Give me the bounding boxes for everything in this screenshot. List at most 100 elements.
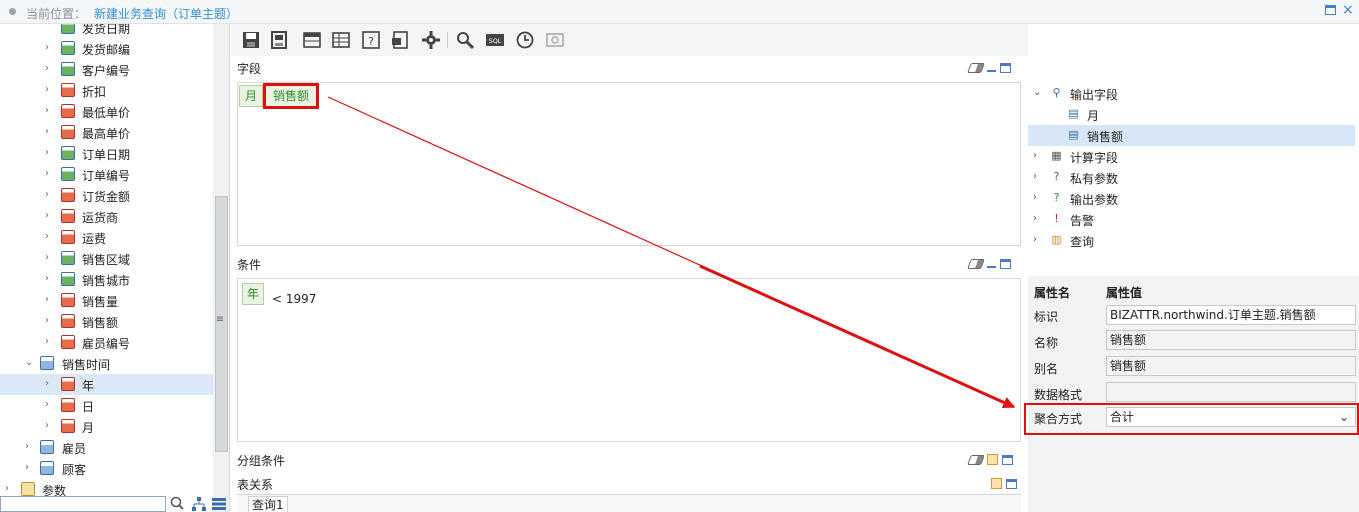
tree-item[interactable]: › 月: [0, 416, 213, 437]
export-icon[interactable]: [391, 30, 411, 50]
tree-item[interactable]: › 销售区域: [0, 248, 213, 269]
property-value-format[interactable]: [1106, 382, 1356, 402]
tree-view-icon[interactable]: [192, 497, 206, 511]
sql-icon[interactable]: SQL: [485, 30, 505, 50]
conditions-panel[interactable]: 年 < 1997: [237, 278, 1021, 442]
search-icon[interactable]: [455, 30, 475, 50]
chevron-right-icon[interactable]: ›: [45, 273, 49, 284]
chevron-right-icon[interactable]: ›: [1033, 213, 1037, 224]
property-value-id[interactable]: BIZATTR.northwind.订单主题.销售额: [1106, 305, 1356, 325]
output-tree-item[interactable]: › ▦ 计算字段: [1028, 146, 1355, 167]
chevron-right-icon[interactable]: ›: [5, 483, 9, 494]
output-tree-item[interactable]: ›? 输出参数: [1028, 188, 1355, 209]
property-value-alias[interactable]: 销售额: [1106, 356, 1356, 376]
clear-eraser-icon[interactable]: [967, 258, 985, 269]
maximize-icon[interactable]: [1325, 5, 1336, 15]
splitter-handle-icon[interactable]: ≡: [214, 314, 226, 325]
chevron-right-icon[interactable]: ›: [45, 231, 49, 242]
tree-item[interactable]: › 销售额: [0, 311, 213, 332]
chevron-down-icon[interactable]: ⌄: [1033, 87, 1041, 98]
chevron-right-icon[interactable]: ›: [25, 441, 29, 452]
maximize-icon[interactable]: [1006, 478, 1017, 489]
help-icon[interactable]: ?: [361, 30, 381, 50]
grid-icon[interactable]: [331, 30, 351, 50]
chevron-right-icon[interactable]: ›: [45, 336, 49, 347]
chevron-right-icon[interactable]: ›: [1033, 234, 1037, 245]
search-icon[interactable]: [170, 496, 184, 510]
tree-item[interactable]: › 日: [0, 395, 213, 416]
tree-item[interactable]: ⌄ 销售时间: [0, 353, 213, 374]
tree-item[interactable]: › 销售量: [0, 290, 213, 311]
property-value-name[interactable]: 销售额: [1106, 330, 1356, 350]
tree-item[interactable]: › 运费: [0, 227, 213, 248]
chevron-right-icon[interactable]: ›: [45, 147, 49, 158]
clear-eraser-icon[interactable]: [967, 454, 985, 465]
output-tree-item[interactable]: › ▥ 查询: [1028, 230, 1355, 251]
tree-item[interactable]: › 雇员编号: [0, 332, 213, 353]
tree-item[interactable]: › 发货邮编: [0, 38, 213, 59]
tree-search-input[interactable]: [0, 496, 166, 512]
chevron-right-icon[interactable]: ›: [45, 378, 49, 389]
chevron-right-icon[interactable]: ›: [45, 126, 49, 137]
output-tree-item[interactable]: ▤ 销售额: [1028, 125, 1355, 146]
maximize-icon[interactable]: [1000, 258, 1011, 269]
restore-icon[interactable]: [991, 478, 1002, 489]
tree-item[interactable]: › 订单日期: [0, 143, 213, 164]
tab-query1[interactable]: 查询1: [248, 496, 288, 512]
output-tree-item[interactable]: ›! 告警: [1028, 209, 1355, 230]
chevron-right-icon[interactable]: ›: [45, 315, 49, 326]
tree-item[interactable]: › 订货金额: [0, 185, 213, 206]
fields-panel[interactable]: 月 销售额: [237, 82, 1021, 246]
chevron-right-icon[interactable]: ›: [45, 294, 49, 305]
preview-icon[interactable]: [545, 30, 565, 50]
output-tree-item[interactable]: ›? 私有参数: [1028, 167, 1355, 188]
tree-item[interactable]: › 雇员: [0, 437, 213, 458]
save-as-icon[interactable]: [269, 30, 289, 50]
tree-item[interactable]: › 最高单价: [0, 122, 213, 143]
tree-item[interactable]: › 运货商: [0, 206, 213, 227]
chevron-right-icon[interactable]: ›: [45, 420, 49, 431]
clock-icon[interactable]: [515, 30, 535, 50]
field-chip-sales[interactable]: 销售额: [263, 83, 320, 109]
output-tree-item[interactable]: ⌄ ⚲ 输出字段: [1028, 83, 1355, 104]
tree-item[interactable]: › 最低单价: [0, 101, 213, 122]
location-value[interactable]: 新建业务查询（订单主题）: [94, 5, 238, 22]
tree-item[interactable]: › 折扣: [0, 80, 213, 101]
chevron-right-icon[interactable]: ›: [1033, 150, 1037, 161]
chevron-right-icon[interactable]: ›: [45, 399, 49, 410]
tree-item[interactable]: › 客户编号: [0, 59, 213, 80]
list-view-icon[interactable]: [212, 498, 226, 510]
settings-icon[interactable]: [421, 30, 441, 50]
condition-expression[interactable]: < 1997: [272, 292, 316, 306]
chevron-right-icon[interactable]: ›: [45, 42, 49, 53]
chevron-right-icon[interactable]: ›: [45, 252, 49, 263]
minimize-icon[interactable]: [987, 69, 996, 72]
tree-item[interactable]: › 订单编号: [0, 164, 213, 185]
table-icon[interactable]: [302, 30, 322, 50]
chevron-right-icon[interactable]: ›: [45, 84, 49, 95]
clear-eraser-icon[interactable]: [967, 62, 985, 73]
restore-icon[interactable]: [987, 454, 998, 465]
tree-item[interactable]: › 顾客: [0, 458, 213, 479]
condition-chip-year[interactable]: 年: [242, 283, 265, 305]
chevron-right-icon[interactable]: ›: [45, 168, 49, 179]
tree-item[interactable]: 发货日期: [0, 24, 213, 38]
chevron-down-icon[interactable]: ⌄: [25, 357, 33, 368]
chevron-right-icon[interactable]: ›: [45, 189, 49, 200]
output-tree-item[interactable]: ▤ 月: [1028, 104, 1355, 125]
chevron-right-icon[interactable]: ›: [25, 462, 29, 473]
tree-item[interactable]: › 年: [0, 374, 213, 395]
maximize-icon[interactable]: [1000, 62, 1011, 73]
tree-item[interactable]: › 销售城市: [0, 269, 213, 290]
chevron-right-icon[interactable]: ›: [45, 210, 49, 221]
chevron-right-icon[interactable]: ›: [45, 63, 49, 74]
chevron-right-icon[interactable]: ›: [1033, 192, 1037, 203]
maximize-icon[interactable]: [1002, 454, 1013, 465]
save-icon[interactable]: [241, 30, 261, 50]
chevron-right-icon[interactable]: ›: [1033, 171, 1037, 182]
field-chip-month[interactable]: 月: [239, 85, 264, 107]
close-icon[interactable]: ×: [1342, 2, 1354, 18]
field-icon: [61, 104, 75, 118]
minimize-icon[interactable]: [987, 265, 996, 268]
chevron-right-icon[interactable]: ›: [45, 105, 49, 116]
